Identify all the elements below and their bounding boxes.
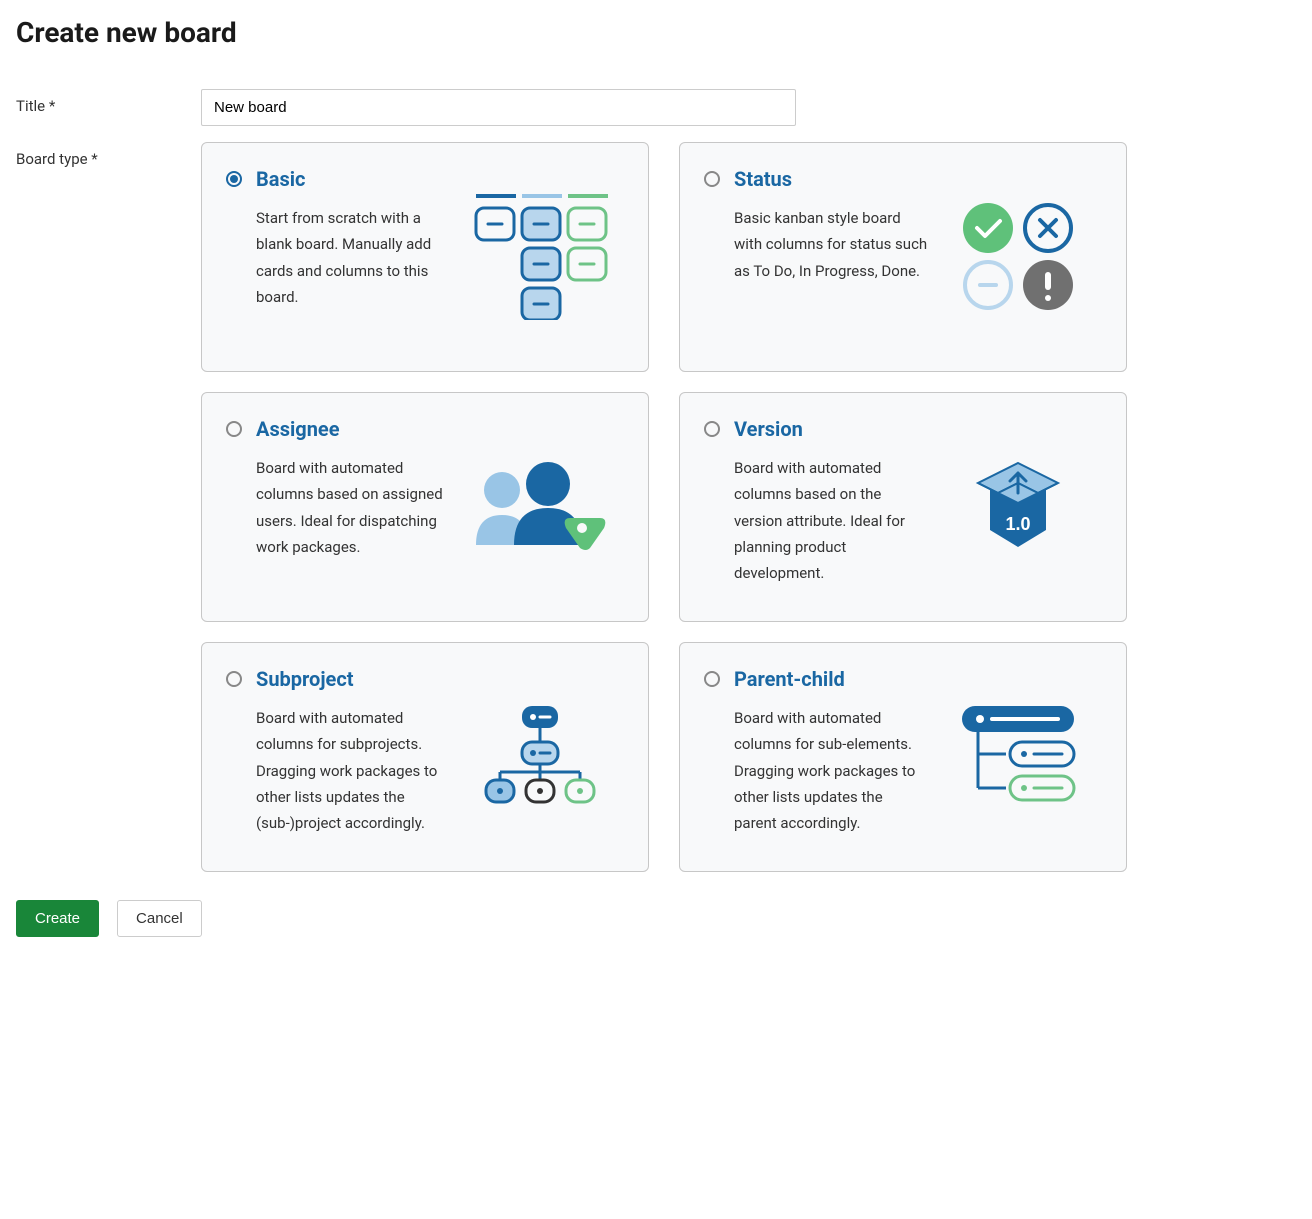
- svg-text:1.0: 1.0: [1005, 514, 1030, 534]
- tile-title-parent-child: Parent-child: [734, 667, 929, 691]
- tile-desc-version: Board with automated columns based on th…: [734, 455, 929, 586]
- board-type-status[interactable]: Status Basic kanban style board with col…: [679, 142, 1127, 372]
- version-box-icon: 1.0: [943, 440, 1093, 570]
- board-type-label: Board type *: [16, 142, 201, 168]
- board-type-subproject[interactable]: Subproject Board with automated columns …: [201, 642, 649, 872]
- board-type-grid: Basic Start from scratch with a blank bo…: [201, 142, 1127, 872]
- radio-version[interactable]: [704, 421, 720, 437]
- board-type-basic[interactable]: Basic Start from scratch with a blank bo…: [201, 142, 649, 372]
- tile-desc-assignee: Board with automated columns based on as…: [256, 455, 451, 560]
- parent-child-list-icon: [943, 690, 1093, 820]
- radio-assignee[interactable]: [226, 421, 242, 437]
- radio-subproject[interactable]: [226, 671, 242, 687]
- board-type-assignee[interactable]: Assignee Board with automated columns ba…: [201, 392, 649, 622]
- tile-title-version: Version: [734, 417, 929, 441]
- subproject-tree-icon: [465, 690, 615, 820]
- tile-title-basic: Basic: [256, 167, 451, 191]
- radio-status[interactable]: [704, 171, 720, 187]
- title-label: Title *: [16, 89, 201, 115]
- title-input[interactable]: [201, 89, 796, 126]
- tile-desc-subproject: Board with automated columns for subproj…: [256, 705, 451, 836]
- board-type-parent-child[interactable]: Parent-child Board with automated column…: [679, 642, 1127, 872]
- board-type-version[interactable]: Version Board with automated columns bas…: [679, 392, 1127, 622]
- tile-title-assignee: Assignee: [256, 417, 451, 441]
- tile-desc-basic: Start from scratch with a blank board. M…: [256, 205, 451, 310]
- tile-desc-parent-child: Board with automated columns for sub-ele…: [734, 705, 929, 836]
- tile-title-subproject: Subproject: [256, 667, 451, 691]
- basic-board-icon: [465, 190, 615, 320]
- tile-title-status: Status: [734, 167, 929, 191]
- status-circles-icon: [943, 190, 1093, 320]
- cancel-button[interactable]: Cancel: [117, 900, 202, 937]
- page-title: Create new board: [16, 16, 1296, 49]
- tile-desc-status: Basic kanban style board with columns fo…: [734, 205, 929, 284]
- radio-parent-child[interactable]: [704, 671, 720, 687]
- create-button[interactable]: Create: [16, 900, 99, 937]
- assignee-users-icon: [465, 440, 615, 570]
- radio-basic[interactable]: [226, 171, 242, 187]
